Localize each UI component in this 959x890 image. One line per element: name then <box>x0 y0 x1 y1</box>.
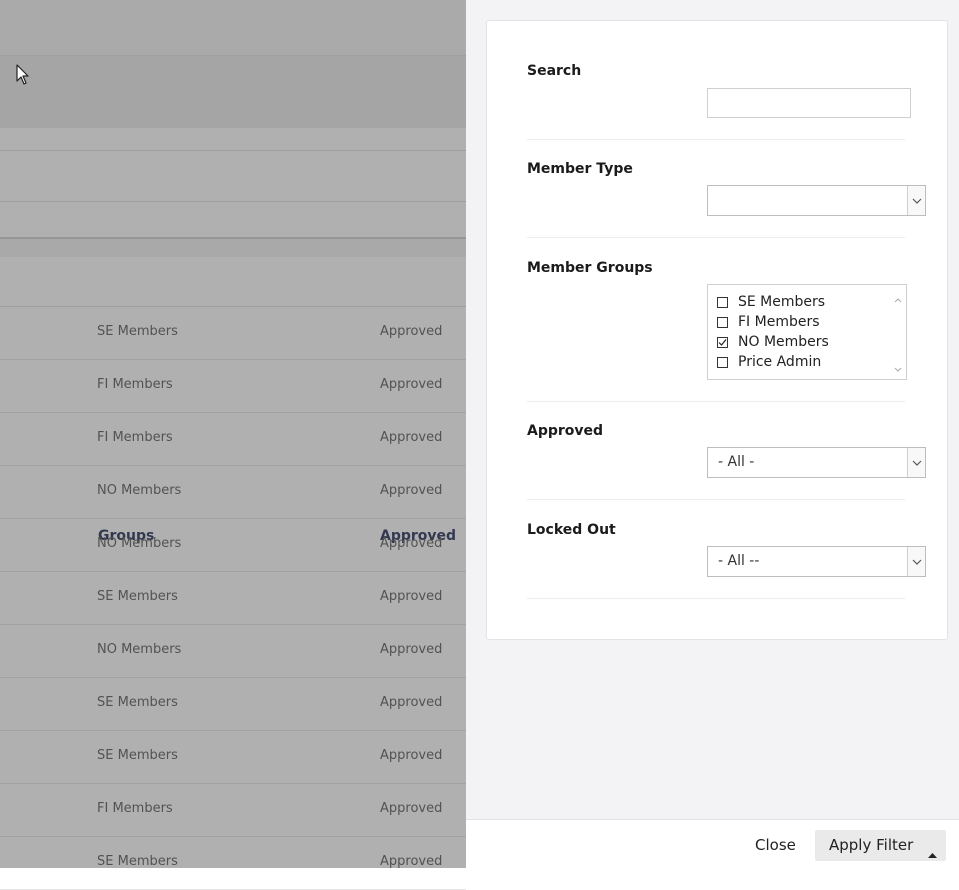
member-group-option-price-admin[interactable]: Price Admin <box>717 353 821 371</box>
modal-overlay[interactable] <box>0 0 466 868</box>
member-groups-listbox[interactable]: SE Members FI Members NO Members Price A… <box>707 284 907 380</box>
filter-card: Search Member Type Member Groups SE Memb… <box>486 20 948 640</box>
scroll-down-icon[interactable] <box>894 357 902 376</box>
separator <box>527 139 905 140</box>
member-type-label: Member Type <box>527 161 633 177</box>
close-button[interactable]: Close <box>755 836 796 854</box>
chevron-down-icon <box>907 547 925 576</box>
checkbox-icon[interactable] <box>717 356 728 368</box>
chevron-down-icon <box>907 448 925 477</box>
search-label: Search <box>527 63 582 79</box>
listbox-scrollbar[interactable] <box>889 285 906 379</box>
locked-out-label: Locked Out <box>527 522 616 538</box>
locked-out-value: - All -- <box>718 553 760 569</box>
approved-value: - All - <box>718 454 755 470</box>
search-input[interactable] <box>707 88 911 118</box>
panel-footer: Close Apply Filter <box>466 819 959 869</box>
checkbox-icon[interactable] <box>717 316 728 328</box>
caret-up-icon[interactable] <box>928 843 937 862</box>
scroll-up-icon[interactable] <box>894 288 902 307</box>
filter-panel: Search Member Type Member Groups SE Memb… <box>466 0 959 868</box>
member-group-option-fi[interactable]: FI Members <box>717 313 820 331</box>
apply-filter-button[interactable]: Apply Filter <box>815 830 946 861</box>
member-group-option-no[interactable]: NO Members <box>717 333 829 351</box>
member-groups-label: Member Groups <box>527 260 653 276</box>
option-label: NO Members <box>738 334 829 350</box>
member-group-option-se[interactable]: SE Members <box>717 293 825 311</box>
chevron-down-icon <box>907 186 925 215</box>
checkbox-icon[interactable] <box>717 296 728 308</box>
separator <box>527 598 905 599</box>
approved-label: Approved <box>527 423 604 439</box>
option-label: SE Members <box>738 294 826 310</box>
option-label: Price Admin <box>738 354 822 370</box>
approved-select[interactable]: - All - <box>707 447 926 478</box>
member-type-select[interactable] <box>707 185 926 216</box>
apply-filter-label: Apply Filter <box>829 836 914 854</box>
separator <box>527 499 905 500</box>
checkbox-checked-icon[interactable] <box>717 336 728 348</box>
locked-out-select[interactable]: - All -- <box>707 546 926 577</box>
separator <box>527 237 905 238</box>
separator <box>527 401 905 402</box>
option-label: FI Members <box>738 314 820 330</box>
mouse-cursor-icon <box>16 64 30 90</box>
